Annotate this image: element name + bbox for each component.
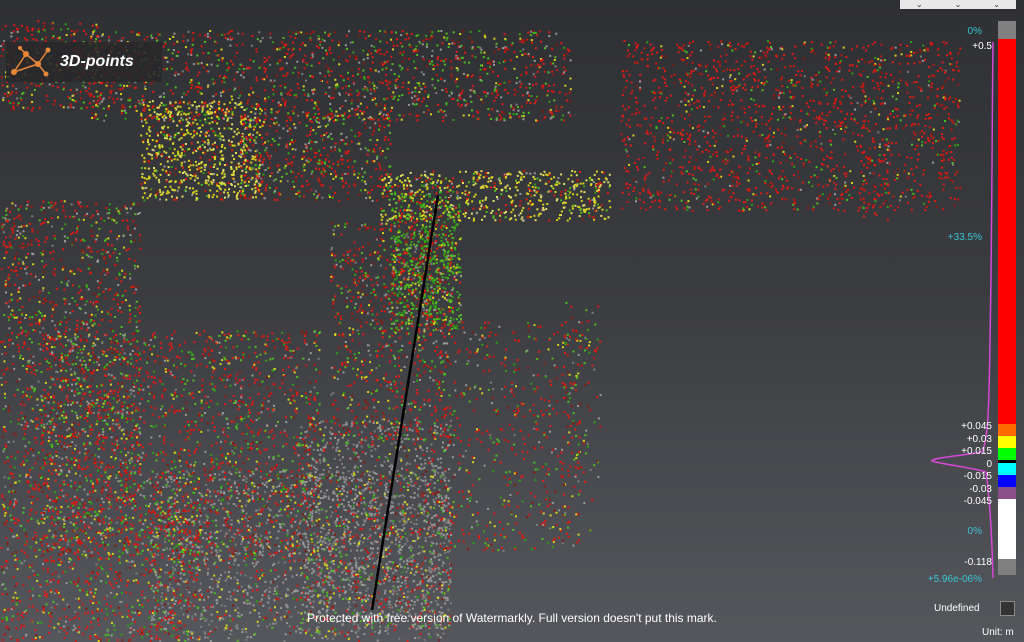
scale-tick-label: +0.015 — [961, 446, 992, 457]
view-toolbar: ⌄ ⌄ ⌄ — [900, 0, 1016, 9]
scale-bottom-percent: +5.96e-06% — [927, 574, 982, 585]
scale-min-label: -0.118 — [964, 557, 992, 568]
scale-mid-percent: +33.5% — [947, 232, 982, 243]
unit-label: Unit: m — [982, 627, 1014, 638]
scale-tick-label: -0.015 — [963, 471, 992, 482]
scale-bottom-cap — [998, 559, 1016, 575]
color-scale-bar — [998, 21, 1016, 575]
view-dropdown-icon[interactable]: ⌄ — [911, 0, 927, 9]
scale-top-percent: 0% — [967, 26, 982, 37]
scale-tick-label: +0.03 — [966, 434, 992, 445]
scale-band-0 — [998, 460, 1016, 475]
scale-band-045 — [998, 424, 1016, 436]
logo-text: 3D-points — [60, 53, 134, 70]
3d-viewport[interactable] — [0, 0, 1024, 642]
pan-dropdown-icon[interactable]: ⌄ — [989, 0, 1005, 9]
scale-band-m030 — [998, 487, 1016, 499]
zoom-dropdown-icon[interactable]: ⌄ — [950, 0, 966, 9]
scale-tick-label: +0.045 — [961, 421, 992, 432]
network-nodes-icon — [11, 46, 51, 77]
scale-max-label: +0.5 — [972, 41, 992, 52]
app-logo: 3D-points — [6, 42, 162, 82]
scale-low-percent: 0% — [967, 526, 982, 537]
scale-band-m015 — [998, 475, 1016, 487]
scale-tick-label: -0.03 — [969, 484, 992, 495]
scale-tick-label: -0.045 — [963, 496, 992, 507]
scale-band-030 — [998, 436, 1016, 448]
scale-top-cap — [998, 21, 1016, 39]
watermark-text: Protected with free version of Watermark… — [307, 611, 717, 625]
scale-tick-label: 0 — [986, 459, 992, 470]
scale-band-low — [998, 499, 1016, 559]
point-cloud — [0, 20, 962, 642]
scale-band-015 — [998, 448, 1016, 460]
scale-band-max — [998, 39, 1016, 424]
